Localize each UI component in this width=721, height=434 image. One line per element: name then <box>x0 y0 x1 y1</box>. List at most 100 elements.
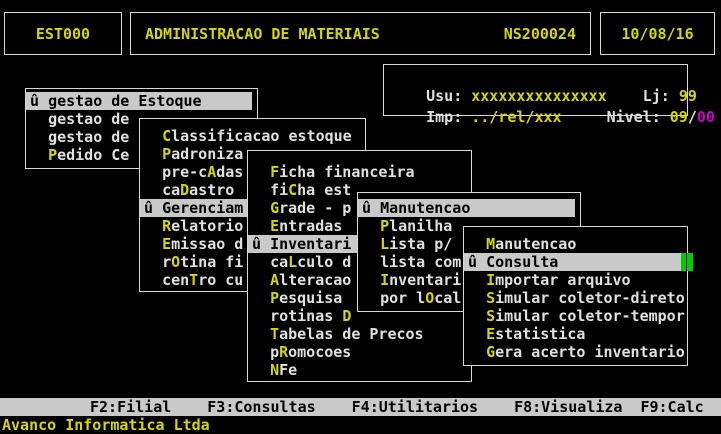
menu-item-label: rotinas <box>270 307 342 325</box>
menu-item-label: gestao de <box>48 110 129 128</box>
menu-item-indent <box>252 271 270 289</box>
hotkey-letter: P <box>380 217 389 235</box>
hotkey-letter: R <box>279 343 288 361</box>
menu-item-indent <box>252 181 270 199</box>
menu-item-label: anutencao <box>495 235 576 253</box>
menu-item-indent <box>362 271 380 289</box>
selected-marker-icon: û <box>252 235 270 253</box>
fkey-f4[interactable]: F4:Utilitarios <box>352 398 478 416</box>
menu-item-indent <box>468 325 486 343</box>
menu-item-label: lanilha <box>389 217 452 235</box>
store-label: Lj: <box>643 87 670 105</box>
menu-item-label: imular coletor-direto <box>495 289 685 307</box>
menu-item-label: icha financeira <box>279 163 414 181</box>
menu-item-indent <box>144 145 162 163</box>
menu-item-label: lteracao <box>279 271 351 289</box>
menu-item-indent <box>30 146 48 164</box>
menu-item-indent <box>362 217 380 235</box>
store-group: Lj: 99 <box>643 87 697 105</box>
hotkey-letter: R <box>162 217 171 235</box>
user-label: Usu: <box>426 87 462 105</box>
menu-item-indent <box>468 289 486 307</box>
menu-item-label: Inventari <box>270 235 351 253</box>
menu-item-label: abelas de Precos <box>279 325 424 343</box>
hotkey-letter: T <box>270 325 279 343</box>
menu-item-ficha-financeira[interactable]: Ficha financeira <box>248 163 471 181</box>
menu-item-label: Manutencao <box>380 199 470 217</box>
menu-item-label: era acerto inventario <box>495 343 685 361</box>
menu-item-label: ista p/ <box>389 235 452 253</box>
menu-item-indent <box>30 110 48 128</box>
menu-item-classificacao-estoque[interactable]: Classificacao estoque <box>140 127 365 145</box>
menu-item-label: esquisa <box>279 289 342 307</box>
menu-item-simular-coletor-tempor[interactable]: Simular coletor-tempor <box>464 307 687 325</box>
menu-item-nfe[interactable]: NFe <box>248 361 471 379</box>
hotkey-letter: I <box>380 271 389 289</box>
selection-cursor <box>681 253 693 271</box>
menu-item-label: Fe <box>279 361 297 379</box>
title-box: ADMINISTRACAO DE MATERIAIS NS200024 <box>130 12 591 55</box>
menu-item-indent <box>468 307 486 325</box>
menu-item-label: fi <box>270 181 288 199</box>
menu-item-label: tina fi <box>180 253 243 271</box>
hotkey-letter: S <box>486 307 495 325</box>
menu-item-indent <box>252 199 270 217</box>
menu-item-indent <box>252 289 270 307</box>
menu-item-indent <box>252 343 270 361</box>
menu-item-indent <box>252 307 270 325</box>
menu-item-indent <box>144 271 162 289</box>
menu-item-indent <box>468 235 486 253</box>
build-code: NS200024 <box>504 25 576 43</box>
menu-item-label: lassificacao estoque <box>171 127 352 145</box>
fkey-f9[interactable]: F9:Calc <box>640 398 703 416</box>
hotkey-letter: O <box>171 253 180 271</box>
menu-item-indent <box>362 289 380 307</box>
menu-item-label: gestao de <box>48 128 129 146</box>
menu-item-tabelas-de-precos[interactable]: Tabelas de Precos <box>248 325 471 343</box>
fkey-f3[interactable]: F3:Consultas <box>207 398 315 416</box>
menu-item-importar-arquivo[interactable]: Importar arquivo <box>464 271 687 289</box>
hotkey-letter: G <box>270 199 279 217</box>
company-name: Avanco Informatica Ltda <box>2 416 210 433</box>
fkey-f8[interactable]: F8:Visualiza <box>514 398 622 416</box>
menu-item-label: ha est <box>297 181 351 199</box>
menu-item-indent <box>30 128 48 146</box>
menu-item-label: nventari <box>389 271 461 289</box>
menu-item-label: statistica <box>495 325 585 343</box>
page-title: ADMINISTRACAO DE MATERIAIS <box>145 25 380 43</box>
hotkey-letter: L <box>288 253 297 271</box>
selected-marker-icon: û <box>362 199 380 217</box>
terminal-screen: { "colors": { "yellow": "#d6d600", "mage… <box>0 0 721 433</box>
menu-item-gestao-de-estoque[interactable]: û gestao de Estoque <box>26 92 252 110</box>
hotkey-letter: P <box>162 145 171 163</box>
menu-item-label: elatorio <box>171 217 243 235</box>
store-value: 99 <box>679 87 697 105</box>
menu-item-label: Gerenciam <box>162 199 243 217</box>
level-separator: / <box>688 108 697 126</box>
menu-item-label: ntradas <box>279 217 342 235</box>
hotkey-letter: E <box>162 235 171 253</box>
menu-item-indent <box>362 253 380 271</box>
menu-item-estatistica[interactable]: Estatistica <box>464 325 687 343</box>
menu-item-indent <box>144 127 162 145</box>
hotkey-letter: O <box>425 289 434 307</box>
menu-item-label: cen <box>162 271 189 289</box>
menu-item-label: missao d <box>171 235 243 253</box>
date-value: 10/08/16 <box>621 25 693 43</box>
hotkey-letter: P <box>270 289 279 307</box>
menu-item-manutencao[interactable]: Manutencao <box>464 235 687 253</box>
menu-item-gera-acerto-inventario[interactable]: Gera acerto inventario <box>464 343 687 361</box>
menu-item-simular-coletor-direto[interactable]: Simular coletor-direto <box>464 289 687 307</box>
level-major: 09 <box>670 108 688 126</box>
fkey-f2[interactable]: F2:Filial <box>90 398 171 416</box>
hotkey-letter: S <box>486 289 495 307</box>
hotkey-letter: I <box>486 271 495 289</box>
menu-item-label: rade - p <box>279 199 351 217</box>
menu-item-consulta[interactable]: û Consulta <box>464 253 682 271</box>
menu-item-promocoes[interactable]: pRomocoes <box>248 343 471 361</box>
menu-item-label: por l <box>380 289 425 307</box>
hotkey-letter: E <box>270 217 279 235</box>
menu-item-label: edido Ce <box>57 146 129 164</box>
menu-item-label: omocoes <box>288 343 351 361</box>
menu-item-manutencao[interactable]: û Manutencao <box>358 199 575 217</box>
